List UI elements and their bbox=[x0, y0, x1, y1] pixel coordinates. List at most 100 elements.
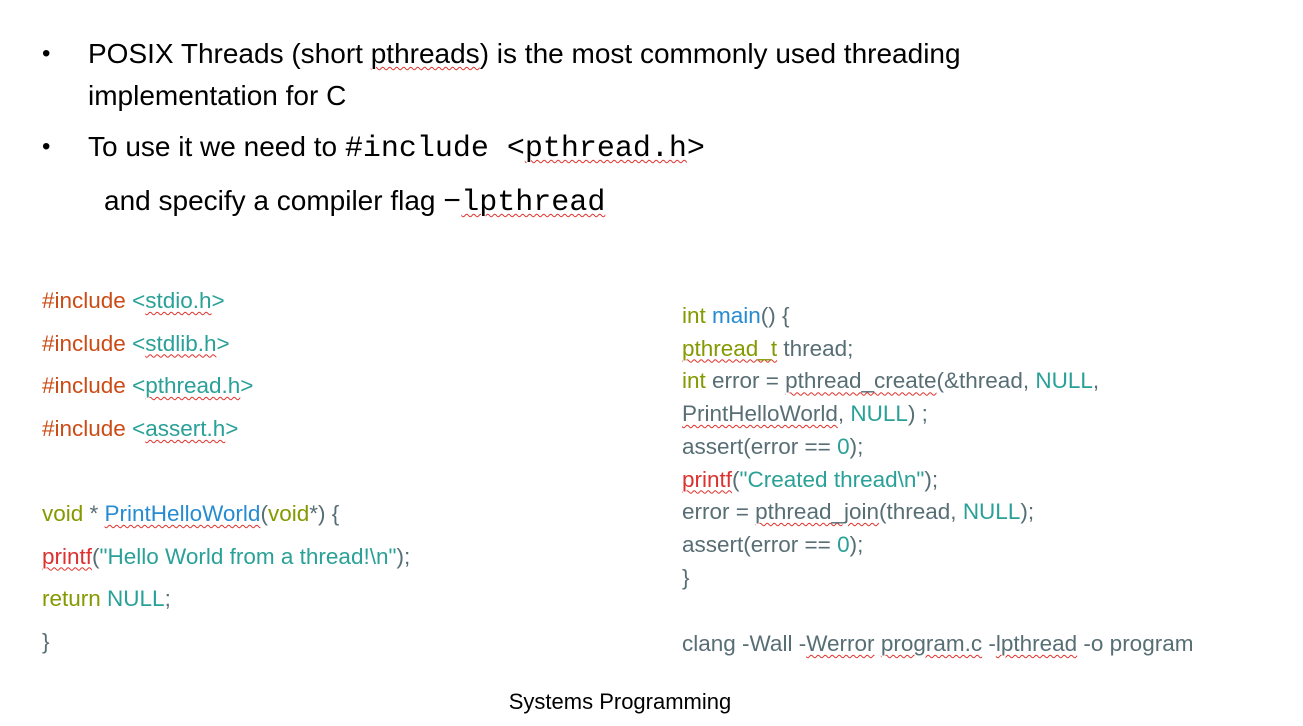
text-segment: NULL bbox=[962, 499, 1021, 525]
text-segment: * bbox=[83, 501, 105, 526]
bullet-2: To use it we need to #include <pthread.h… bbox=[88, 131, 705, 166]
text-segment: lpthread bbox=[461, 186, 606, 220]
text-segment: pthreads bbox=[370, 38, 480, 69]
text-segment: PrintHelloWorld bbox=[682, 401, 838, 427]
text-segment: #include bbox=[42, 330, 133, 356]
text-segment: lpthread bbox=[995, 631, 1078, 656]
bullet-1-line-1: POSIX Threads (short pthreads) is the mo… bbox=[88, 40, 961, 68]
right-code-line: error = pthread_join(thread, NULL); bbox=[682, 500, 1034, 524]
text-segment: error = bbox=[712, 368, 786, 394]
text-segment: assert(error == bbox=[682, 531, 838, 557]
text-segment: assert.h bbox=[145, 415, 226, 441]
right-code-line: PrintHelloWorld, NULL) ; bbox=[682, 402, 928, 426]
text-segment: #include bbox=[42, 373, 133, 399]
text-segment: printf bbox=[682, 466, 733, 492]
left-code-line: #include <stdlib.h> bbox=[42, 330, 230, 356]
text-segment: #include < bbox=[344, 132, 525, 166]
text-segment: 0 bbox=[837, 433, 850, 459]
text-segment: > bbox=[686, 132, 705, 166]
text-segment: int bbox=[682, 303, 713, 328]
text-segment: } bbox=[42, 628, 50, 654]
text-segment: − bbox=[443, 186, 462, 220]
text-segment: printf bbox=[42, 543, 93, 569]
text-segment: program.c bbox=[880, 631, 983, 656]
bullet-dot: • bbox=[42, 133, 51, 160]
text-segment: Werror bbox=[806, 631, 875, 656]
text-segment: assert(error == bbox=[682, 433, 838, 459]
text-segment: () { bbox=[760, 303, 790, 328]
compile-command: clang -Wall -Werror program.c -lpthread … bbox=[682, 632, 1193, 656]
text-segment: NULL bbox=[850, 401, 908, 427]
text-segment: ); bbox=[1020, 499, 1035, 525]
text-segment: < bbox=[132, 330, 146, 356]
text-segment: To use it we need to bbox=[88, 131, 345, 162]
text-segment: pthread_create bbox=[785, 368, 937, 394]
text-segment: main bbox=[712, 303, 761, 328]
text-segment: void bbox=[267, 501, 310, 526]
text-segment: "Hello World from a thread!\n" bbox=[99, 543, 397, 569]
text-segment: "Created thread\n" bbox=[739, 466, 925, 492]
text-segment: } bbox=[682, 564, 690, 590]
text-segment: , bbox=[837, 401, 851, 427]
text-segment: 0 bbox=[837, 531, 850, 557]
text-segment: pthread.h bbox=[524, 132, 687, 166]
text-segment: , bbox=[1092, 368, 1100, 394]
text-segment: < bbox=[132, 373, 146, 399]
text-segment: *) { bbox=[309, 501, 340, 526]
text-segment: ); bbox=[924, 466, 939, 492]
text-segment: < bbox=[132, 288, 146, 313]
left-code-line: printf("Hello World from a thread!\n"); bbox=[42, 543, 411, 569]
text-segment: pthread.h bbox=[145, 373, 241, 399]
left-code-line: #include <stdio.h> bbox=[42, 289, 225, 313]
bullet-2-continuation: and specify a compiler flag −lpthread bbox=[104, 185, 606, 220]
text-segment: thread; bbox=[777, 335, 854, 361]
text-segment: > bbox=[225, 415, 239, 441]
text-segment: ); bbox=[849, 531, 864, 557]
text-segment: < bbox=[132, 415, 146, 441]
text-segment: error = bbox=[682, 499, 756, 525]
right-code-line: printf("Created thread\n"); bbox=[682, 466, 939, 492]
text-segment: PrintHelloWorld bbox=[104, 501, 261, 526]
text-segment: -o program bbox=[1077, 631, 1194, 656]
left-code-line: #include <assert.h> bbox=[42, 415, 239, 441]
text-segment: > bbox=[216, 330, 230, 356]
text-segment: and specify a compiler flag bbox=[104, 185, 444, 216]
text-segment: ); bbox=[849, 433, 864, 459]
left-code-line: #include <pthread.h> bbox=[42, 374, 253, 398]
text-segment: (thread, bbox=[879, 499, 963, 525]
text-segment: void bbox=[42, 501, 84, 526]
text-segment: ( bbox=[732, 466, 740, 492]
text-segment: stdlib.h bbox=[145, 330, 217, 356]
text-segment: (&thread, bbox=[936, 368, 1036, 394]
text-segment: clang -Wall - bbox=[682, 631, 807, 656]
text-segment: #include bbox=[42, 415, 133, 441]
text-segment: int bbox=[682, 368, 713, 394]
text-segment: POSIX Threads (short bbox=[88, 38, 371, 69]
right-code-line: } bbox=[682, 564, 690, 590]
text-segment: NULL bbox=[107, 586, 165, 612]
right-code-line: assert(error == 0); bbox=[682, 531, 864, 557]
text-segment: NULL bbox=[1035, 368, 1093, 394]
text-segment: > bbox=[240, 373, 254, 399]
left-code-line: return NULL; bbox=[42, 587, 171, 611]
text-segment: ( bbox=[92, 543, 100, 569]
right-code-line: int main() { bbox=[682, 304, 790, 328]
slide-footer: Systems Programming bbox=[508, 689, 732, 714]
text-segment: pthread_t bbox=[682, 335, 778, 361]
left-code-line: } bbox=[42, 628, 50, 654]
text-segment: ( bbox=[260, 501, 268, 526]
bullet-dot: • bbox=[42, 40, 51, 67]
text-segment: return bbox=[42, 586, 108, 612]
text-segment: stdio.h bbox=[145, 288, 212, 313]
text-segment: pthread_join bbox=[755, 499, 880, 525]
text-segment: ); bbox=[396, 543, 411, 569]
text-segment: #include bbox=[42, 288, 133, 313]
text-segment: > bbox=[211, 288, 225, 313]
text-segment: - bbox=[982, 631, 996, 656]
bullet-1-line-2: implementation for C bbox=[88, 80, 347, 111]
right-code-line: assert(error == 0); bbox=[682, 433, 864, 459]
right-code-line: pthread_t thread; bbox=[682, 335, 854, 361]
text-segment: ) is the most commonly used threading bbox=[479, 38, 961, 69]
right-code-line: int error = pthread_create(&thread, NULL… bbox=[682, 369, 1099, 393]
text-segment: ; bbox=[164, 586, 171, 612]
